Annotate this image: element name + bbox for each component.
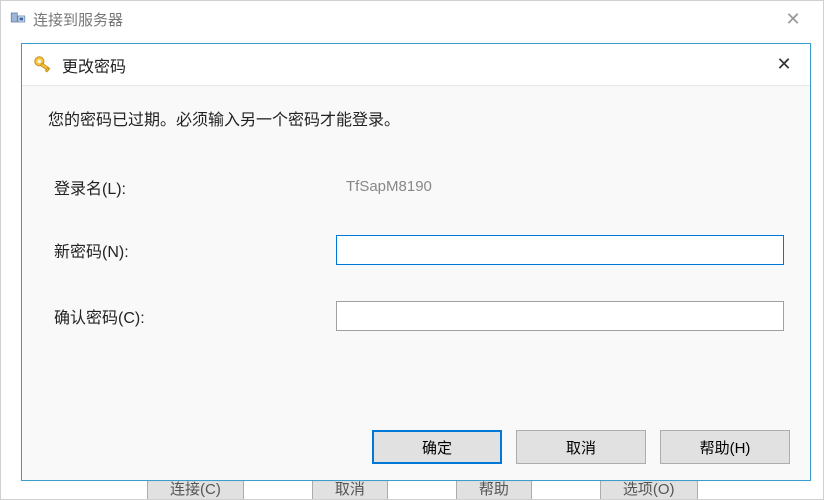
- help-button[interactable]: 帮助(H): [660, 430, 790, 464]
- confirm-password-input[interactable]: [336, 301, 784, 331]
- parent-title: 连接到服务器: [33, 9, 771, 30]
- new-password-label: 新密码(N):: [48, 238, 336, 262]
- dialog-title: 更改密码: [62, 53, 762, 77]
- dialog-button-row: 确定 取消 帮助(H): [372, 430, 790, 464]
- new-password-row: 新密码(N):: [48, 235, 784, 265]
- key-icon: [32, 54, 54, 76]
- change-password-dialog: 更改密码 ✕ 您的密码已过期。必须输入另一个密码才能登录。 登录名(L): Tf…: [21, 43, 811, 481]
- parent-titlebar: 连接到服务器 ✕: [1, 1, 823, 37]
- login-label: 登录名(L):: [48, 175, 338, 199]
- dialog-close-button[interactable]: ✕: [762, 54, 806, 75]
- dialog-body: 您的密码已过期。必须输入另一个密码才能登录。 登录名(L): TfSapM819…: [22, 86, 810, 331]
- login-value: TfSapM8190: [338, 174, 440, 199]
- new-password-input[interactable]: [336, 235, 784, 265]
- login-row: 登录名(L): TfSapM8190: [48, 174, 784, 199]
- dialog-titlebar: 更改密码 ✕: [22, 44, 810, 86]
- confirm-password-label: 确认密码(C):: [48, 304, 336, 328]
- parent-close-button[interactable]: ✕: [771, 9, 815, 30]
- ok-button[interactable]: 确定: [372, 430, 502, 464]
- cancel-button[interactable]: 取消: [516, 430, 646, 464]
- confirm-password-row: 确认密码(C):: [48, 301, 784, 331]
- connect-to-server-window: 连接到服务器 ✕ 连接(C) 取消 帮助 选项(O) 更改密码 ✕ 您的密码已过…: [0, 0, 824, 500]
- expired-message: 您的密码已过期。必须输入另一个密码才能登录。: [48, 106, 784, 130]
- server-icon: [9, 10, 27, 28]
